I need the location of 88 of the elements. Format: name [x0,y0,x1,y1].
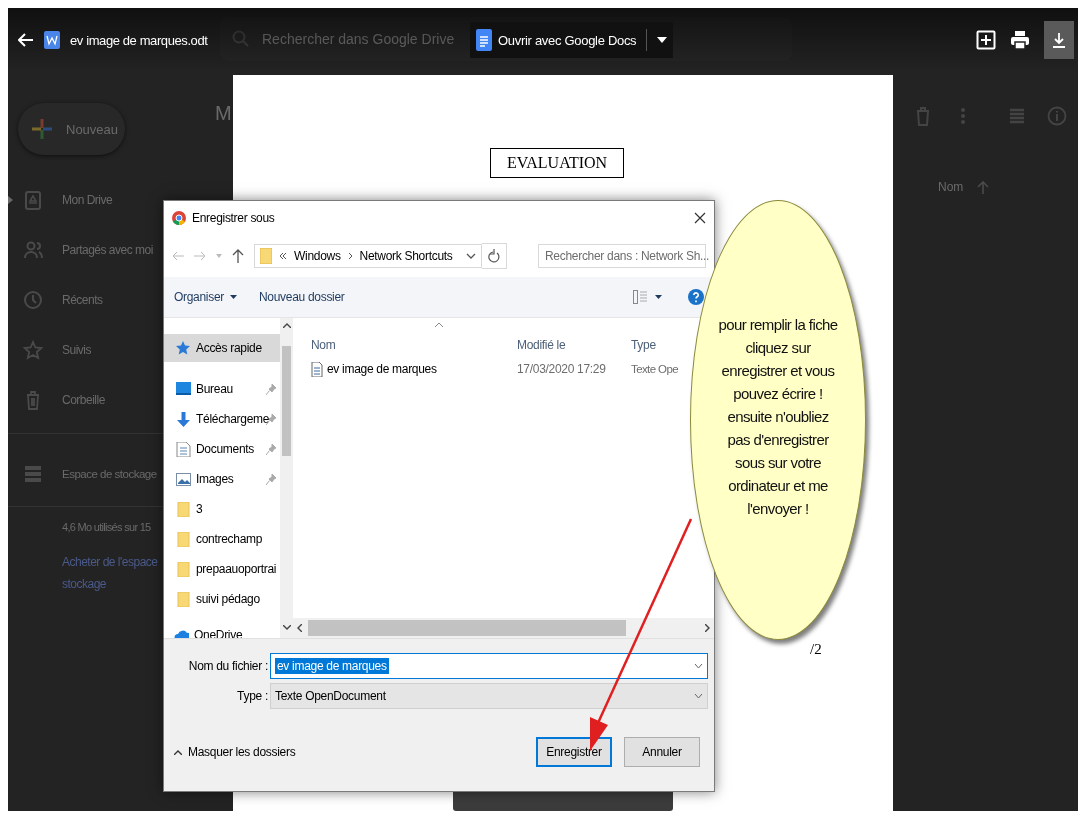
folder-tree-item[interactable]: prepaauoportrai [164,554,280,584]
dropdown-caret-icon[interactable] [694,663,703,669]
add-comment-icon[interactable] [976,30,996,50]
column-header[interactable]: Nom [309,338,517,352]
folder-tree-item[interactable]: suivi pédago [164,584,280,614]
drive-icon [23,190,43,210]
collapse-caret-icon [174,749,182,755]
dialog-title: Enregistrer sous [192,211,275,225]
save-button[interactable]: Enregistrer [536,737,612,767]
column-header[interactable]: Modifié le [517,338,631,352]
scroll-right-icon[interactable] [705,624,710,632]
horizontal-scrollbar[interactable] [293,618,714,638]
picture-icon [176,471,191,487]
star-icon [23,340,43,360]
breadcrumb-chevron-icon[interactable] [347,252,353,260]
dropdown-caret-icon [657,37,668,43]
open-with-button[interactable]: Ouvrir avec Google Docs [470,22,674,58]
download-arrow-icon [176,411,191,427]
vertical-scrollbar[interactable] [280,318,293,638]
file-name-field[interactable]: ev image de marques [270,653,708,679]
document-icon [44,31,60,49]
file-name[interactable]: ev image de marques [309,361,517,377]
organize-menu[interactable]: Organiser [174,290,237,304]
page-mark: /2 [810,641,822,658]
storage-icon [23,464,43,484]
new-folder-button[interactable]: Nouveau dossier [259,290,345,304]
close-icon [694,212,706,224]
people-icon [23,240,43,260]
view-options-icon[interactable] [633,290,647,304]
folder-tree-item[interactable]: Images [164,464,280,494]
refresh-icon [488,249,500,263]
chrome-icon [172,211,186,225]
overflow-chevrons-icon [279,252,287,260]
folder-tree-item[interactable]: 3 [164,494,280,524]
page-heading: M [215,102,232,125]
plus-icon [30,117,54,141]
document-heading: EVALUATION [490,148,625,178]
folder-tree-item[interactable]: contrechamp [164,524,280,554]
folder-tree-item[interactable]: Documents [164,434,280,464]
search-placeholder: Rechercher dans Google Drive [262,31,455,47]
folder-tree-item[interactable]: Bureau [164,374,280,404]
address-bar[interactable]: Windows Network Shortcuts [254,244,482,268]
text-document-icon [311,361,323,377]
column-header[interactable]: Type [631,338,656,352]
download-icon [1052,32,1066,48]
download-button[interactable] [1044,21,1074,59]
star-icon [176,340,191,356]
clock-icon [23,290,43,310]
print-icon[interactable] [1010,30,1030,50]
breadcrumb[interactable]: Network Shortcuts [359,249,453,263]
folder-icon [176,591,191,607]
search-icon [232,30,250,48]
up-arrow-icon[interactable] [232,249,244,263]
field-label: Type : [236,689,269,703]
sort-caret-icon [434,322,444,328]
file-name-text: ev image de marques [327,362,437,376]
scroll-left-icon[interactable] [297,624,302,632]
file-modified-date: 17/03/2020 17:29 [517,362,607,376]
dropdown-caret-icon[interactable] [466,253,476,259]
hide-folders-button[interactable]: Masquer les dossiers [174,745,296,759]
scroll-up-icon[interactable] [282,323,291,328]
storage-usage: 4,6 Mo utilisés sur 15 [62,521,151,533]
folder-tree-item[interactable]: Téléchargeme [164,404,280,434]
file-type: Texte Ope [631,363,679,375]
document-file-icon [176,441,191,457]
dropdown-caret-icon [694,693,703,699]
docs-icon [476,29,492,51]
scrollbar-thumb[interactable] [308,620,626,636]
callout-text: pour remplir la fiche cliquez sur enregistrer et vous pouvez écrire ! ensuite n'oubliez pas d'enregistrer sous sur votre ordinateur et me l'envoyer ! [717,314,839,519]
dropdown-caret-icon [230,295,237,299]
field-label: Nom du fichier : [187,659,269,673]
file-type-select[interactable]: Texte OpenDocument [270,683,708,709]
desktop-icon [176,381,191,397]
folder-icon [176,561,191,577]
cancel-button[interactable]: Annuler [624,737,700,767]
help-icon[interactable] [688,289,704,305]
refresh-button[interactable] [482,243,507,269]
breadcrumb[interactable]: Windows [294,249,341,263]
dropdown-caret-icon[interactable] [655,295,662,299]
file-name: ev image de marques.odt [70,32,208,48]
scrollbar-thumb[interactable] [282,346,291,456]
folder-icon [176,501,191,517]
folder-icon [260,248,272,264]
selected-text: ev image de marques [275,658,389,674]
scroll-down-icon[interactable] [282,625,291,630]
folder-icon [176,531,191,547]
expand-arrow-icon[interactable] [8,196,13,204]
folder-tree-item[interactable]: Accès rapide [164,334,280,362]
